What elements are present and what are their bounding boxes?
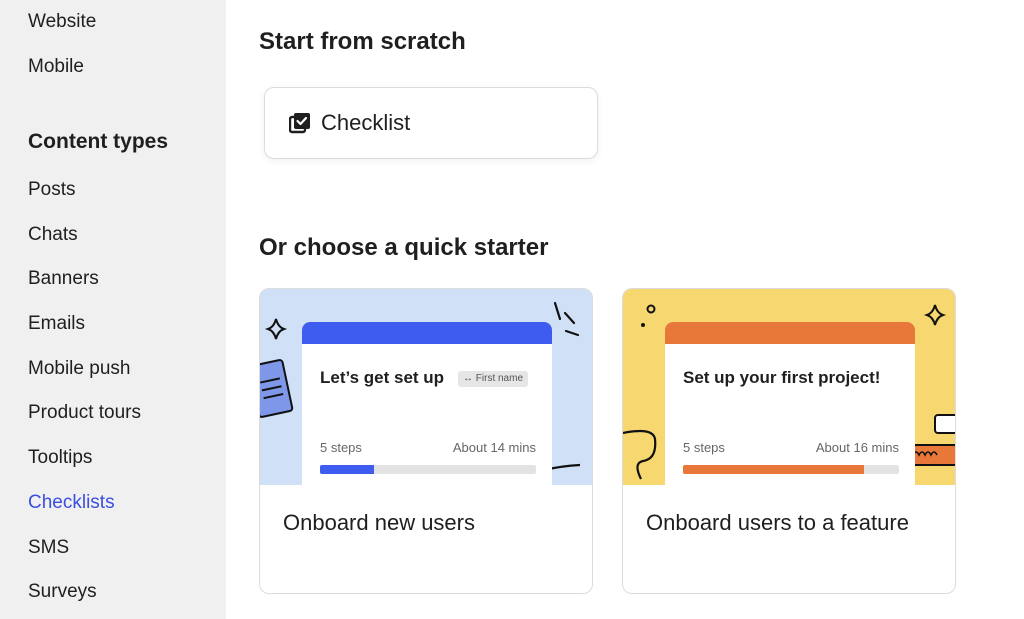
- main-content: Start from scratch Checklist Or choose a…: [226, 0, 1024, 619]
- sidebar-heading-content-types: Content types: [28, 130, 169, 153]
- sidebar: Website Mobile Content types Posts Chats…: [0, 0, 226, 619]
- progress-bar: [683, 465, 899, 474]
- checklist-icon: [288, 112, 311, 134]
- preview-steps: 5 steps: [320, 440, 362, 455]
- preview-panel: Let’s get set up ↔ First name 5 steps Ab…: [302, 322, 552, 485]
- preview-time: About 16 mins: [815, 440, 899, 455]
- progress-fill: [683, 465, 865, 474]
- sidebar-item-chats[interactable]: Chats: [28, 223, 78, 247]
- sidebar-item-tooltips[interactable]: Tooltips: [28, 446, 92, 470]
- preview-title: Let’s get set up: [320, 368, 445, 387]
- section-title-scratch: Start from scratch: [259, 28, 466, 55]
- sidebar-item-surveys[interactable]: Surveys: [28, 580, 97, 604]
- preview-panel: Set up your first project! 5 steps About…: [665, 322, 915, 485]
- sidebar-item-mobile-push[interactable]: Mobile push: [28, 357, 130, 381]
- sidebar-item-website[interactable]: Website: [28, 10, 96, 34]
- sidebar-item-checklists[interactable]: Checklists: [28, 491, 115, 515]
- sidebar-item-banners[interactable]: Banners: [28, 267, 99, 291]
- preview-time: About 14 mins: [452, 440, 536, 455]
- sidebar-item-product-tours[interactable]: Product tours: [28, 401, 141, 425]
- starter-card-onboard-new-users[interactable]: Let’s get set up ↔ First name 5 steps Ab…: [259, 288, 593, 594]
- sidebar-item-mobile[interactable]: Mobile: [28, 55, 84, 79]
- starter-card-label: Onboard new users: [283, 510, 475, 535]
- starter-card-onboard-feature[interactable]: Set up your first project! 5 steps About…: [622, 288, 956, 594]
- checklist-card-label: Checklist: [321, 110, 411, 135]
- sidebar-item-posts[interactable]: Posts: [28, 178, 76, 202]
- sidebar-item-sms[interactable]: SMS: [28, 536, 69, 560]
- starter-card-label: Onboard users to a feature: [646, 510, 909, 535]
- preview-pill: ↔ First name: [458, 371, 529, 387]
- starter-illustration: Let’s get set up ↔ First name 5 steps Ab…: [260, 289, 592, 485]
- section-title-starter: Or choose a quick starter: [259, 234, 549, 261]
- sidebar-item-emails[interactable]: Emails: [28, 312, 85, 336]
- preview-steps: 5 steps: [683, 440, 725, 455]
- preview-title: Set up your first project!: [683, 368, 881, 387]
- progress-bar: [320, 465, 536, 474]
- progress-fill: [320, 465, 374, 474]
- checklist-card-button[interactable]: Checklist: [264, 87, 598, 159]
- starter-illustration: Set up your first project! 5 steps About…: [623, 289, 955, 485]
